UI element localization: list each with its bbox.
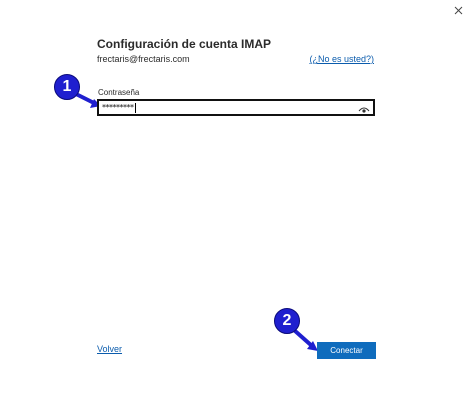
annotation-badge-2: 2 [274, 308, 300, 334]
close-button[interactable] [450, 2, 468, 20]
account-email: frectaris@frectaris.com [97, 54, 190, 64]
password-value: ********* [102, 101, 136, 114]
dialog-title: Configuración de cuenta IMAP [97, 37, 272, 51]
annotation-arrow-2 [292, 328, 314, 348]
connect-button[interactable]: Conectar [317, 342, 376, 359]
annotation-badge-1: 1 [54, 74, 80, 100]
password-label: Contraseña [98, 88, 140, 97]
password-field[interactable]: ********* [97, 99, 375, 116]
password-masked-text: ********* [102, 103, 134, 112]
text-cursor [134, 102, 136, 113]
not-you-link[interactable]: (¿No es usted?) [309, 54, 374, 64]
close-icon [454, 6, 463, 15]
reveal-password-button[interactable] [358, 102, 370, 113]
annotation-arrow-1 [74, 92, 98, 106]
annotation-arrows [74, 92, 318, 351]
back-link[interactable]: Volver [97, 344, 122, 354]
eye-icon [358, 107, 370, 113]
